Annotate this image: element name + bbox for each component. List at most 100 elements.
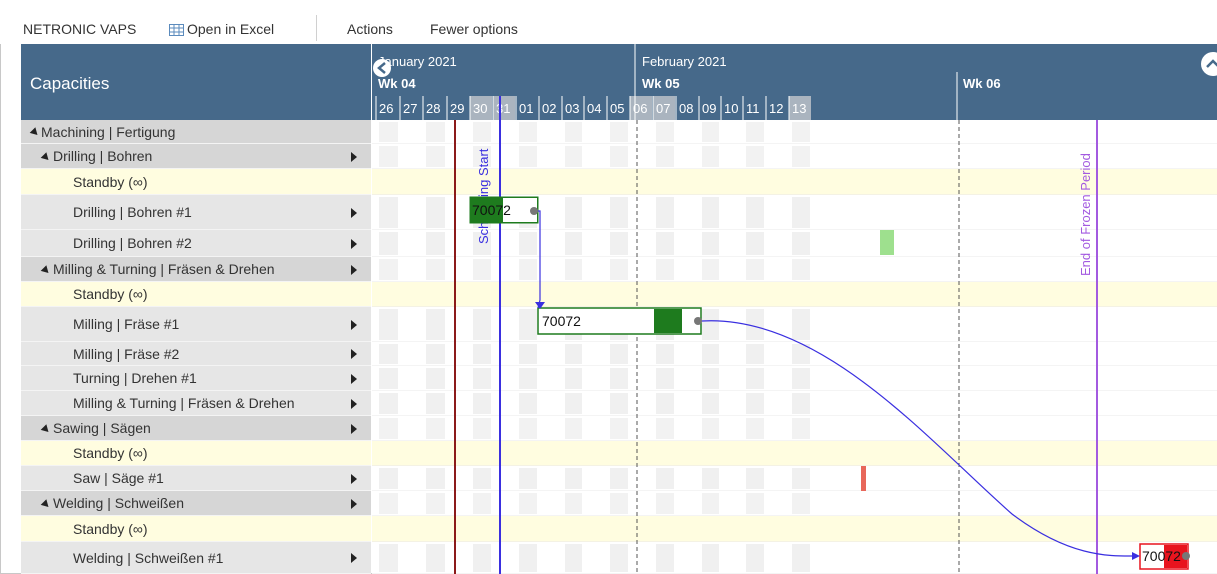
day-grid-cell [702, 544, 719, 572]
day-grid-cell [746, 344, 764, 364]
resource-row[interactable]: Welding | Schweißen #1 [21, 542, 371, 574]
row-label: Drilling | Bohren #1 [73, 204, 192, 220]
day-grid-cell [792, 468, 810, 489]
fewer-options-button[interactable]: Fewer options [430, 0, 518, 44]
day-grid-cell [519, 468, 537, 489]
day-grid-cell [610, 544, 628, 572]
gantt-standby-row [372, 441, 1217, 466]
collapse-icon[interactable] [40, 498, 52, 510]
day-grid-cell [473, 344, 491, 364]
expand-arrow-icon[interactable] [351, 238, 357, 249]
row-label: Turning | Drehen #1 [73, 370, 197, 386]
expand-arrow-icon[interactable] [351, 373, 357, 384]
task-connector-dot [530, 207, 538, 215]
day-grid-cell [610, 259, 628, 280]
day-label: 29 [450, 101, 464, 116]
day-grid-cell [519, 259, 537, 280]
day-grid-cell [746, 493, 764, 514]
standby-row[interactable]: Standby (∞) [21, 169, 371, 195]
day-grid-cell [519, 344, 537, 364]
group-row[interactable]: Welding | Schweißen [21, 491, 371, 516]
day-grid-cell [702, 418, 719, 439]
day-grid-cell [656, 259, 674, 280]
day-grid-cell [610, 393, 628, 414]
day-label: 26 [379, 101, 393, 116]
toolbar: NETRONIC VAPS Open in Excel Actions Fewe… [0, 0, 1217, 44]
resource-row[interactable]: Drilling | Bohren #2 [21, 230, 371, 257]
row-label: Milling | Fräse #2 [73, 345, 180, 362]
standby-row[interactable]: Standby (∞) [21, 282, 371, 307]
resource-row[interactable]: Milling & Turning | Fräsen & Drehen [21, 391, 371, 416]
open-in-excel-button[interactable]: Open in Excel [187, 0, 274, 44]
gantt-chart[interactable]: 26 27 28 29 30 31 01 02 03 04 05 06 07 08 09 10 11 12 13 Ja… [372, 44, 1217, 574]
day-grid-cell [746, 468, 764, 489]
row-label: Milling & Turning | Fräsen & Drehen [73, 395, 295, 411]
day-grid-cell [379, 344, 398, 364]
day-grid-cell [610, 493, 628, 514]
day-grid-cell [426, 468, 445, 489]
expand-arrow-icon[interactable] [351, 473, 357, 484]
row-label: Standby (∞) [73, 445, 148, 461]
day-grid-cell [656, 146, 674, 167]
month-label: February 2021 [642, 54, 727, 69]
day-grid-cell [702, 493, 719, 514]
day-grid-cell [746, 197, 764, 228]
day-grid-cell [519, 393, 537, 414]
day-label: 31 [496, 101, 510, 116]
day-grid-cell [702, 259, 719, 280]
week-label: Wk 04 [378, 76, 416, 91]
frozen-period-label: End of Frozen Period [1078, 153, 1093, 276]
collapse-icon[interactable] [40, 264, 52, 276]
day-label: 30 [473, 101, 487, 116]
expand-arrow-icon[interactable] [351, 423, 357, 434]
day-grid-cell [519, 418, 537, 439]
expand-arrow-icon[interactable] [351, 207, 357, 218]
day-grid-cell [702, 146, 719, 167]
group-row[interactable]: Machining | Fertigung [21, 120, 371, 144]
resource-row[interactable]: Drilling | Bohren #1 [21, 195, 371, 230]
expand-arrow-icon[interactable] [351, 553, 357, 563]
day-grid-cell [656, 344, 674, 364]
day-grid-cell [746, 232, 764, 255]
group-row[interactable]: Milling & Turning | Fräsen & Drehen [21, 257, 371, 282]
day-label: 05 [610, 101, 624, 116]
day-grid-cell [565, 393, 582, 414]
day-grid-cell [473, 309, 491, 340]
resource-row[interactable]: Saw | Säge #1 [21, 466, 371, 491]
group-row[interactable]: Drilling | Bohren [21, 144, 371, 169]
day-grid-cell [565, 259, 582, 280]
day-grid-cell [746, 259, 764, 280]
day-grid-cell [565, 493, 582, 514]
expand-arrow-icon[interactable] [351, 264, 357, 275]
standby-row[interactable]: Standby (∞) [21, 441, 371, 466]
expand-arrow-icon[interactable] [351, 349, 357, 359]
day-label: 13 [792, 101, 806, 116]
scroll-left-button [373, 59, 391, 77]
expand-arrow-icon[interactable] [351, 151, 357, 162]
day-grid-cell [656, 418, 674, 439]
day-grid-cell [379, 122, 398, 142]
day-grid-cell [656, 544, 674, 572]
resource-row[interactable]: Milling | Fräse #1 [21, 307, 371, 342]
collapse-icon[interactable] [40, 423, 52, 435]
expand-arrow-icon[interactable] [351, 398, 357, 409]
day-grid-cell [746, 368, 764, 389]
day-grid-cell [746, 122, 764, 142]
expand-arrow-icon[interactable] [351, 498, 357, 509]
day-grid-cell [426, 544, 445, 572]
day-grid-cell [473, 544, 491, 572]
collapse-icon[interactable] [29, 127, 41, 138]
resource-row[interactable]: Turning | Drehen #1 [21, 366, 371, 391]
task-label: 70072 [542, 313, 581, 329]
group-row[interactable]: Sawing | Sägen [21, 416, 371, 441]
collapse-icon[interactable] [40, 151, 52, 163]
expand-arrow-icon[interactable] [351, 319, 357, 330]
gantt-standby-row [372, 282, 1217, 307]
actions-menu[interactable]: Actions [347, 0, 393, 44]
standby-row[interactable]: Standby (∞) [21, 516, 371, 542]
resource-row[interactable]: Milling | Fräse #2 [21, 342, 371, 366]
day-grid-cell [426, 197, 445, 228]
day-grid-cell [519, 493, 537, 514]
day-grid-cell [746, 544, 764, 572]
day-grid-cell [426, 122, 445, 142]
